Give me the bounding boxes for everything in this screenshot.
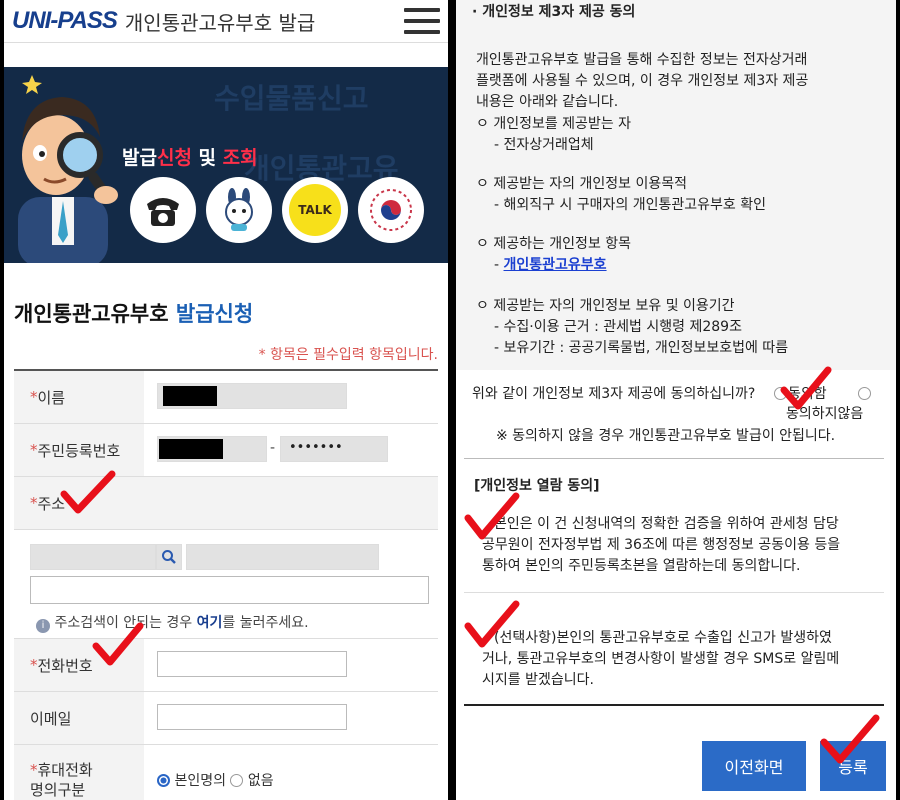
hamburger-menu-icon[interactable]	[404, 8, 440, 34]
section-title: [개인정보 열람 동의]	[474, 478, 600, 494]
rrn-back-field[interactable]: •••••••	[280, 436, 388, 462]
agree-option[interactable]	[774, 384, 787, 405]
kakaotalk-icon: TALK	[289, 184, 341, 236]
address-row: * 주소	[14, 477, 438, 530]
divider	[464, 458, 884, 459]
submit-button[interactable]: 등록	[820, 741, 886, 791]
application-form: * 이름 * 주민등록번호 - ••••••• * 주소 i 주소검색이 안되는 경우	[14, 369, 438, 800]
phone-label: * 전화번호	[14, 639, 144, 691]
address-help-link[interactable]: 여기	[197, 615, 223, 631]
rrn-separator: -	[270, 440, 276, 456]
phone-field[interactable]	[157, 651, 347, 677]
radio-disagree[interactable]	[858, 387, 871, 400]
phone-inquiry-button[interactable]	[130, 177, 196, 243]
detail-address-field[interactable]	[30, 576, 429, 604]
redacted-name	[163, 386, 217, 406]
prev-screen-button[interactable]: 이전화면	[702, 741, 806, 791]
right-screen: · 개인정보 제3자 제공 동의 개인통관고유부호 발급을 통해 수집한 정보는…	[456, 0, 896, 800]
name-label: * 이름	[14, 371, 144, 423]
government-emblem-icon	[365, 184, 417, 236]
inspector-character-icon	[18, 75, 118, 263]
consent-intro: 개인통관고유부호 발급을 통해 수집한 정보는 전자상거래 플랫폼에 사용될 수 …	[476, 52, 809, 110]
postcode-field[interactable]	[30, 544, 156, 570]
section-title: · 개인정보 제3자 제공 동의	[472, 4, 636, 20]
mobile-owner-options: 본인명의 없음	[157, 770, 274, 790]
rrn-label: * 주민등록번호	[14, 424, 144, 476]
unipass-logo[interactable]: UNI-PASS	[12, 7, 118, 35]
personal-code-link[interactable]: 개인통관고유부호	[504, 257, 607, 273]
phone-row: * 전화번호	[14, 639, 438, 692]
address-help: i 주소검색이 안되는 경우 여기를 눌러주세요.	[36, 612, 309, 633]
road-address-field[interactable]	[186, 544, 379, 570]
address-label: * 주소	[14, 477, 438, 529]
agree-label: 동의함	[788, 386, 827, 402]
rrn-row: * 주민등록번호 - •••••••	[14, 424, 438, 477]
consent-item: ㅇ 제공받는 자의 개인정보 보유 및 이용기간 - 수집·이용 근거 : 관세…	[476, 298, 789, 356]
consent-question: 위와 같이 개인정보 제3자 제공에 동의하십니까?	[472, 386, 756, 402]
left-screen: UNI-PASS 개인통관고유부호 발급 수입물품신고 개인통관고유 발급신청 …	[4, 0, 448, 800]
email-field[interactable]	[157, 704, 347, 730]
name-row: * 이름	[14, 371, 438, 424]
view-consent-text[interactable]: 본인은 이 건 신청내역의 정확한 검증을 위하여 관세청 담당 공무원이 전자…	[482, 514, 840, 577]
radio-own-name[interactable]	[157, 774, 170, 787]
divider	[464, 704, 884, 706]
required-note: * 항목은 필수입력 항목입니다.	[258, 347, 438, 363]
mobile-row: *휴대전화 명의구분 본인명의 없음	[14, 745, 438, 800]
radio-none[interactable]	[230, 774, 244, 787]
redacted-rrn	[159, 439, 223, 459]
address-inputs: i 주소검색이 안되는 경우 여기를 눌러주세요.	[14, 530, 438, 639]
chatbot-button[interactable]	[206, 177, 272, 243]
consent-item: ㅇ 개인정보를 제공받는 자 - 전자상거래업체	[476, 116, 632, 153]
consent-item: ㅇ 제공하는 개인정보 항목 - 개인통관고유부호	[476, 236, 632, 273]
sms-consent-text[interactable]: (선택사항)본인의 통관고유부호로 수출입 신고가 발생하였 거나, 통관고유부…	[482, 628, 839, 691]
disagree-label: 동의하지않음	[786, 406, 864, 422]
mobile-label: *휴대전화 명의구분	[14, 745, 144, 800]
header-bar: UNI-PASS 개인통관고유부호 발급	[4, 0, 448, 43]
form-title: 개인통관고유부호 발급신청	[14, 302, 254, 326]
government-button[interactable]	[358, 177, 424, 243]
banner-bg-text: 수입물품신고	[214, 82, 369, 115]
mascot-icon	[213, 184, 265, 236]
divider	[464, 592, 884, 593]
search-icon[interactable]	[156, 544, 182, 570]
banner-title: 발급신청 및 조회	[122, 147, 258, 169]
consent-item: ㅇ 제공받는 자의 개인정보 이용목적 - 해외직구 시 구매자의 개인통관고유…	[476, 176, 767, 213]
kakaotalk-button[interactable]: TALK	[282, 177, 348, 243]
email-label: 이메일	[14, 692, 144, 744]
consent-warning: ※ 동의하지 않을 경우 개인통관고유부호 발급이 안됩니다.	[496, 428, 836, 444]
radio-agree[interactable]	[774, 387, 787, 400]
page-title: 개인통관고유부호 발급	[124, 10, 316, 35]
telephone-icon	[137, 184, 189, 236]
promo-banner: 수입물품신고 개인통관고유 발급신청 및 조회 TALK	[4, 67, 448, 263]
disagree-option[interactable]	[858, 384, 871, 405]
info-icon: i	[36, 619, 50, 633]
email-row: 이메일	[14, 692, 438, 745]
